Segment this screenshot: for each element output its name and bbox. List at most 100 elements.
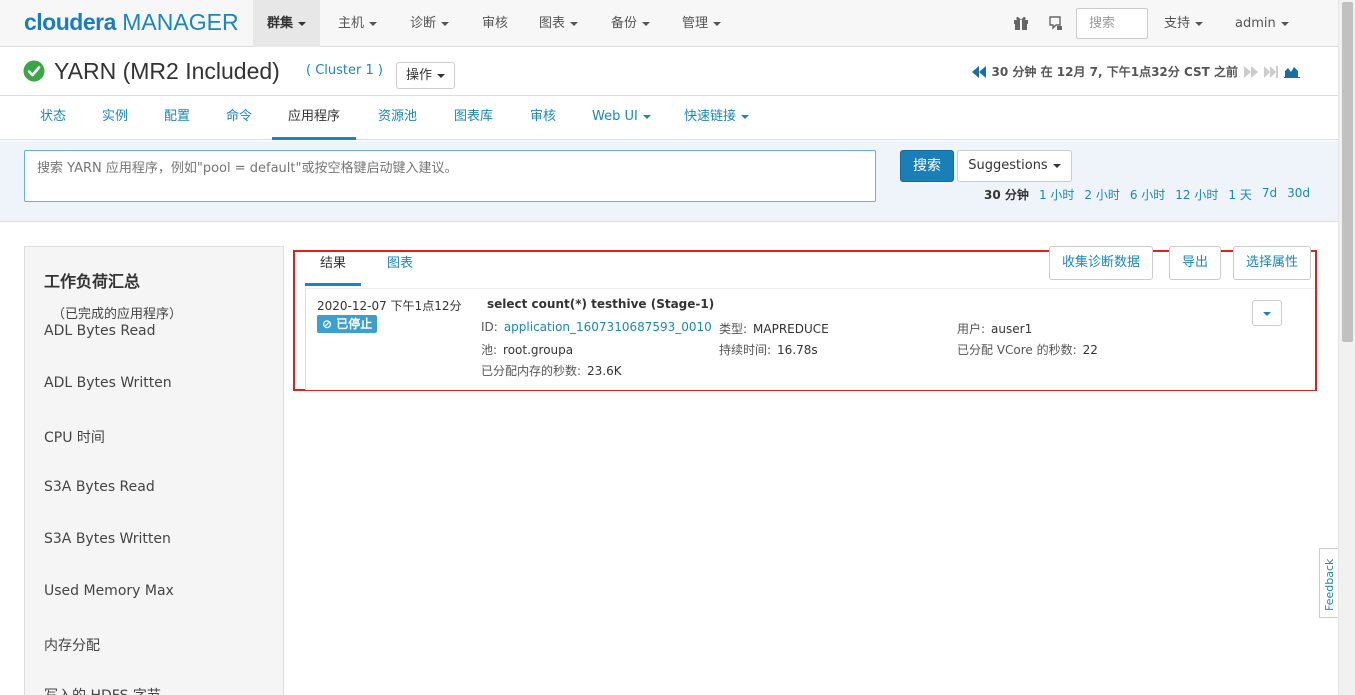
cloudera-logo[interactable]: cloudera MANAGER	[24, 9, 239, 36]
nav-diagnostics[interactable]: 诊断	[396, 0, 463, 47]
workload-item[interactable]: S3A Bytes Written	[44, 531, 171, 547]
gift-icon[interactable]	[1013, 15, 1029, 31]
nav-hosts[interactable]: 主机	[324, 0, 391, 47]
chevron-down-icon	[437, 73, 446, 78]
suggestions-label: Suggestions	[968, 158, 1048, 173]
workload-item[interactable]: Used Memory Max	[44, 583, 174, 599]
tab-instances[interactable]: 实例	[86, 97, 144, 140]
step-forward-icon	[1244, 65, 1258, 78]
feedback-label: Feedback	[1323, 558, 1336, 611]
range-1h[interactable]: 1 小时	[1039, 186, 1074, 203]
tab-chart-library[interactable]: 图表库	[438, 97, 509, 140]
app-memory-value: 23.6K	[587, 364, 622, 378]
app-type-label: 类型:	[719, 322, 748, 336]
page-title: YARN (MR2 Included)	[54, 58, 280, 84]
app-pool-field: 池: root.groupa	[481, 341, 573, 358]
row-actions-button[interactable]	[1252, 300, 1282, 326]
app-memory-label: 已分配内存的秒数:	[481, 364, 582, 378]
scrollbar-thumb[interactable]	[1342, 2, 1353, 342]
nav-user-menu[interactable]: admin	[1221, 0, 1303, 47]
nav-backup[interactable]: 备份	[597, 0, 664, 47]
select-attributes-button[interactable]: 选择属性	[1233, 246, 1312, 280]
chevron-down-icon	[741, 114, 750, 119]
app-user-label: 用户:	[957, 322, 986, 336]
tab-quick-links-label: 快速链接	[684, 109, 737, 124]
workload-item[interactable]: 内存分配	[44, 635, 100, 655]
feedback-tab[interactable]: Feedback	[1319, 548, 1339, 618]
workload-item[interactable]: ADL Bytes Written	[44, 375, 172, 391]
time-control: 30 分钟 在 12月 7, 下午1点32分 CST 之前	[971, 63, 1300, 80]
app-pool-label: 池:	[481, 343, 498, 357]
nav-charts-label: 图表	[539, 16, 566, 31]
tab-audits[interactable]: 审核	[514, 97, 572, 140]
range-7d[interactable]: 7d	[1262, 186, 1277, 203]
workload-summary-subtitle: （已完成的应用程序）	[52, 307, 183, 322]
nav-clusters[interactable]: 群集	[253, 0, 321, 47]
app-name: select count(*) testhive (Stage-1)	[487, 297, 715, 311]
workload-summary-panel: 工作负荷汇总 （已完成的应用程序） ADL Bytes Read ADL Byt…	[24, 246, 284, 695]
app-id-field: ID: application_1607310687593_0010	[481, 320, 712, 334]
chevron-down-icon	[1280, 21, 1289, 26]
chevron-down-icon	[1263, 312, 1271, 316]
page-scrollbar[interactable]	[1338, 0, 1355, 695]
workload-item[interactable]: CPU 时间	[44, 427, 105, 447]
top-navbar: cloudera MANAGER 群集 主机 诊断 审核 图表 备份 管理 搜索…	[0, 0, 1338, 47]
chevron-down-icon	[642, 21, 651, 26]
tab-commands[interactable]: 命令	[210, 97, 268, 140]
chevron-down-icon	[713, 21, 722, 26]
range-1d[interactable]: 1 天	[1228, 186, 1251, 203]
tab-applications[interactable]: 应用程序	[272, 97, 357, 140]
nav-user-label: admin	[1235, 16, 1276, 31]
tab-quick-links[interactable]: 快速链接	[668, 97, 765, 140]
search-button[interactable]: 搜索	[900, 150, 954, 182]
range-6h[interactable]: 6 小时	[1130, 186, 1165, 203]
filter-bar: 搜索 Suggestions 30 分钟 1 小时 2 小时 6 小时 12 小…	[0, 141, 1338, 222]
workload-item[interactable]: ADL Bytes Read	[44, 323, 156, 339]
chevron-down-icon	[441, 21, 450, 26]
app-user-field: 用户: auser1	[957, 320, 1032, 337]
range-12h[interactable]: 12 小时	[1175, 186, 1218, 203]
workload-item[interactable]: 写入的 HDFS 字节	[44, 685, 161, 695]
app-vcore-field: 已分配 VCore 的秒数: 22	[957, 341, 1098, 358]
app-duration-label: 持续时间:	[719, 343, 772, 357]
status-badge: ⊘ 已停止	[317, 315, 378, 333]
chevron-down-icon	[1195, 21, 1204, 26]
actions-button[interactable]: 操作	[396, 62, 456, 89]
step-back-icon[interactable]	[971, 65, 986, 78]
nav-diagnostics-label: 诊断	[410, 16, 437, 31]
nav-clusters-label: 群集	[267, 16, 294, 31]
nav-audits[interactable]: 审核	[468, 0, 522, 47]
nav-support[interactable]: 支持	[1150, 0, 1217, 47]
nav-administration-label: 管理	[682, 16, 709, 31]
app-id-link[interactable]: application_1607310687593_0010	[504, 320, 712, 334]
nav-audits-label: 审核	[482, 16, 509, 31]
cluster-link[interactable]: ( Cluster 1 )	[306, 63, 383, 78]
app-vcore-value: 22	[1082, 343, 1098, 357]
global-search-input[interactable]: 搜索	[1076, 8, 1148, 39]
jump-to-now-icon	[1264, 65, 1278, 78]
range-2h[interactable]: 2 小时	[1084, 186, 1119, 203]
tab-configuration[interactable]: 配置	[148, 97, 206, 140]
suggestions-button[interactable]: Suggestions	[957, 150, 1072, 182]
yarn-query-input[interactable]	[24, 150, 876, 202]
tab-status[interactable]: 状态	[24, 97, 82, 140]
lighthouse-icon[interactable]	[1047, 15, 1063, 31]
workload-item[interactable]: S3A Bytes Read	[44, 479, 155, 495]
range-30m[interactable]: 30 分钟	[984, 186, 1029, 203]
tab-resource-pools[interactable]: 资源池	[362, 97, 433, 140]
app-memory-field: 已分配内存的秒数: 23.6K	[481, 362, 622, 379]
area-chart-icon[interactable]	[1284, 65, 1300, 78]
app-start-time: 2020-12-07 下午1点12分	[317, 299, 462, 313]
collect-diagnostics-button[interactable]: 收集诊断数据	[1049, 246, 1154, 280]
logo-brand: cloudera	[24, 9, 116, 35]
export-button[interactable]: 导出	[1169, 246, 1222, 280]
tab-results[interactable]: 结果	[305, 252, 362, 286]
tab-web-ui[interactable]: Web UI	[576, 97, 667, 140]
app-pool-value: root.groupa	[503, 343, 574, 357]
workload-summary-title: 工作负荷汇总	[44, 272, 141, 291]
nav-charts[interactable]: 图表	[525, 0, 592, 47]
range-30d[interactable]: 30d	[1287, 186, 1310, 203]
nav-administration[interactable]: 管理	[668, 0, 735, 47]
actions-label: 操作	[406, 68, 433, 83]
tab-charts[interactable]: 图表	[372, 252, 428, 286]
